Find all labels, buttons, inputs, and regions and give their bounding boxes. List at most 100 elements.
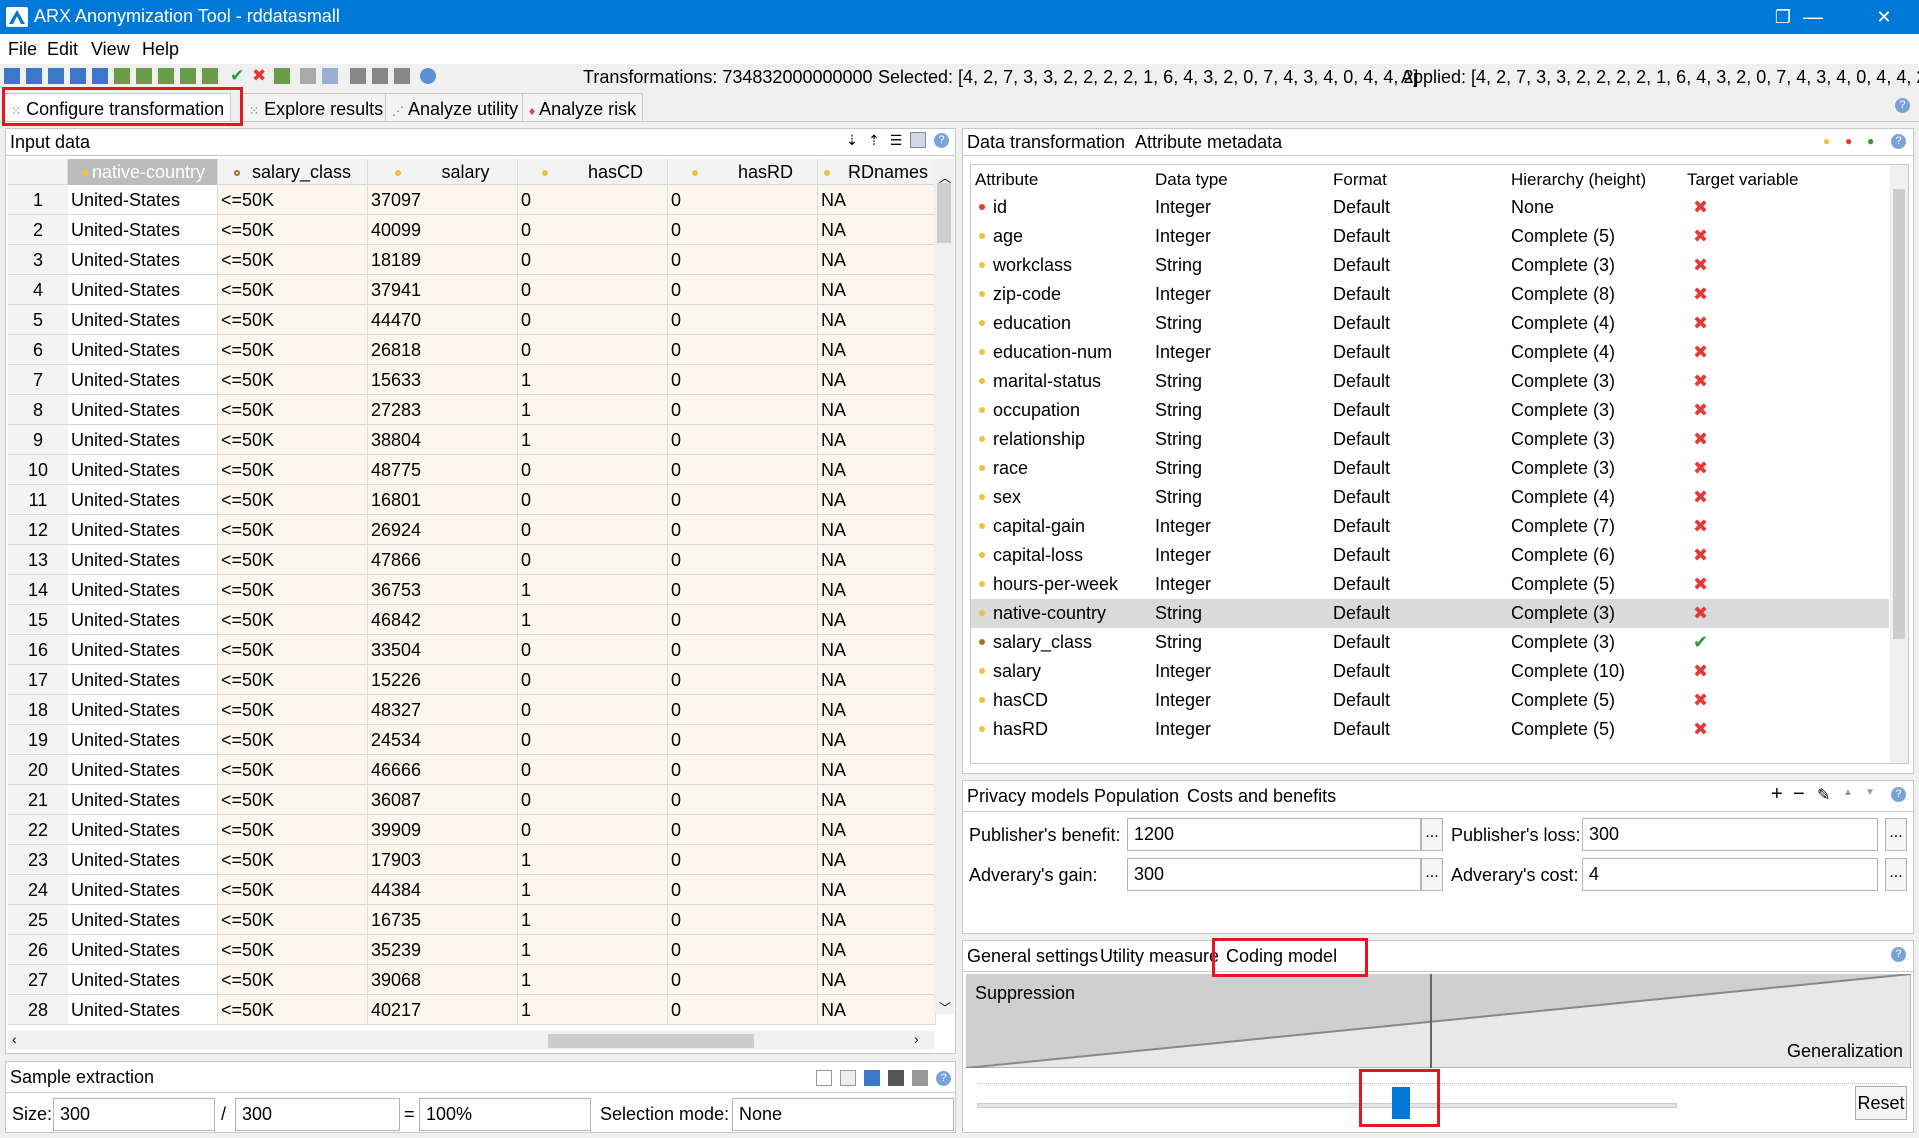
table-cell[interactable]: 46666 xyxy=(368,755,518,785)
table-cell[interactable]: <=50K xyxy=(218,605,368,635)
adversary-gain-field[interactable]: 300 xyxy=(1127,858,1421,891)
table-cell[interactable]: NA xyxy=(818,215,936,245)
edit-pencil-icon[interactable]: ✎ xyxy=(1817,785,1830,805)
table-row[interactable]: 10 United-States <=50K 48775 0 0 NA xyxy=(8,455,936,485)
tab-attribute-metadata[interactable]: Attribute metadata xyxy=(1135,132,1282,153)
document-icon[interactable] xyxy=(816,1070,832,1086)
table-cell[interactable]: 0 xyxy=(668,605,818,635)
scroll-left-icon[interactable]: ‹ xyxy=(12,1031,17,1047)
column-header-format[interactable]: Format xyxy=(1333,165,1387,194)
table-cell[interactable]: 0 xyxy=(668,845,818,875)
coding-model-slider-thumb[interactable] xyxy=(1392,1087,1410,1119)
table-cell[interactable]: 1 xyxy=(518,425,668,455)
table-cell[interactable]: United-States xyxy=(68,185,218,215)
column-header-data-type[interactable]: Data type xyxy=(1155,165,1228,194)
table-cell[interactable]: NA xyxy=(818,425,936,455)
table-cell[interactable]: NA xyxy=(818,665,936,695)
table-cell[interactable]: NA xyxy=(818,995,936,1025)
vertical-scroll-thumb[interactable] xyxy=(937,183,951,243)
save-as-icon[interactable] xyxy=(70,68,86,84)
table-cell[interactable]: United-States xyxy=(68,515,218,545)
tab-population[interactable]: Population xyxy=(1094,786,1179,807)
table-cell[interactable]: 0 xyxy=(668,215,818,245)
table-cell[interactable]: 0 xyxy=(668,755,818,785)
attribute-scroll-thumb[interactable] xyxy=(1893,189,1905,639)
table-cell[interactable]: 16801 xyxy=(368,485,518,515)
anonymize-check-icon[interactable]: ✔ xyxy=(230,67,246,84)
table-cell[interactable]: 0 xyxy=(668,335,818,365)
table-cell[interactable]: NA xyxy=(818,515,936,545)
table-cell[interactable]: NA xyxy=(818,755,936,785)
table-cell[interactable]: 0 xyxy=(668,695,818,725)
table-cell[interactable]: 0 xyxy=(668,635,818,665)
table-row[interactable]: 9 United-States <=50K 38804 1 0 NA xyxy=(8,425,936,455)
sort-descending-icon[interactable]: ⇣ xyxy=(844,132,860,148)
table-cell[interactable]: 0 xyxy=(518,785,668,815)
table-cell[interactable]: 15633 xyxy=(368,365,518,395)
table-cell[interactable]: 1 xyxy=(518,995,668,1025)
move-down-icon[interactable]: ▼ xyxy=(1865,787,1875,798)
close-button[interactable]: ✕ xyxy=(1855,0,1913,34)
table-cell[interactable]: NA xyxy=(818,305,936,335)
table-cell[interactable]: 44384 xyxy=(368,875,518,905)
sort-ascending-icon[interactable]: ⇡ xyxy=(866,132,882,148)
grid-icon[interactable] xyxy=(394,68,410,84)
table-cell[interactable]: United-States xyxy=(68,605,218,635)
attribute-row[interactable]: sex String Default Complete (4) ✖ xyxy=(971,483,1889,512)
move-icon[interactable] xyxy=(350,68,366,84)
table-cell[interactable]: 1 xyxy=(518,365,668,395)
help-icon[interactable]: ? xyxy=(934,133,949,148)
quasi-identifier-dot-icon[interactable]: ● xyxy=(1823,134,1830,148)
table-cell[interactable]: 0 xyxy=(518,275,668,305)
table-cell[interactable]: <=50K xyxy=(218,815,368,845)
table-cell[interactable]: 15226 xyxy=(368,665,518,695)
table-cell[interactable]: United-States xyxy=(68,485,218,515)
scroll-down-icon[interactable]: ﹀ xyxy=(939,999,951,1016)
menu-edit[interactable]: Edit xyxy=(47,39,78,60)
table-row[interactable]: 27 United-States <=50K 39068 1 0 NA xyxy=(8,965,936,995)
scroll-up-icon[interactable]: ︿ xyxy=(939,169,951,186)
help-icon[interactable]: ? xyxy=(1891,134,1906,149)
table-cell[interactable]: 1 xyxy=(518,605,668,635)
tab-utility-measure[interactable]: Utility measure xyxy=(1100,946,1218,967)
sample-size-field[interactable]: 300 xyxy=(53,1098,215,1131)
table-cell[interactable]: NA xyxy=(818,365,936,395)
column-header-target-variable[interactable]: Target variable xyxy=(1687,165,1799,194)
table-row[interactable]: 28 United-States <=50K 40217 1 0 NA xyxy=(8,995,936,1025)
column-header-hascd[interactable]: hasCD xyxy=(518,159,668,185)
table-cell[interactable]: United-States xyxy=(68,305,218,335)
table-cell[interactable]: <=50K xyxy=(218,785,368,815)
attribute-row[interactable]: education-num Integer Default Complete (4) ✖ xyxy=(971,338,1889,367)
table-cell[interactable]: NA xyxy=(818,485,936,515)
publishers-loss-more-button[interactable]: ... xyxy=(1885,818,1907,851)
attribute-row[interactable]: marital-status String Default Complete (3) ✖ xyxy=(971,367,1889,396)
table-cell[interactable]: 0 xyxy=(518,635,668,665)
help-icon[interactable]: ? xyxy=(936,1071,951,1086)
export-hierarchy-icon[interactable] xyxy=(158,68,174,84)
table-cell[interactable]: 1 xyxy=(518,935,668,965)
table-cell[interactable]: 18189 xyxy=(368,245,518,275)
table-cell[interactable]: <=50K xyxy=(218,635,368,665)
adversary-cost-field[interactable]: 4 xyxy=(1582,858,1878,891)
table-cell[interactable]: 40099 xyxy=(368,215,518,245)
table-cell[interactable]: 0 xyxy=(668,455,818,485)
column-header-hasrd[interactable]: hasRD xyxy=(668,159,818,185)
table-cell[interactable]: NA xyxy=(818,695,936,725)
tab-analyze-risk[interactable]: ♦ Analyze risk xyxy=(522,93,644,121)
table-row[interactable]: 14 United-States <=50K 36753 1 0 NA xyxy=(8,575,936,605)
table-cell[interactable]: NA xyxy=(818,575,936,605)
table-row[interactable]: 6 United-States <=50K 26818 0 0 NA xyxy=(8,335,936,365)
table-cell[interactable]: 0 xyxy=(518,245,668,275)
table-cell[interactable]: 26818 xyxy=(368,335,518,365)
table-cell[interactable]: 0 xyxy=(668,275,818,305)
table-row[interactable]: 22 United-States <=50K 39909 0 0 NA xyxy=(8,815,936,845)
table-cell[interactable]: 0 xyxy=(668,395,818,425)
tab-analyze-utility[interactable]: ⋰ Analyze utility xyxy=(385,93,526,121)
table-cell[interactable]: <=50K xyxy=(218,395,368,425)
table-cell[interactable]: 48775 xyxy=(368,455,518,485)
import-data-icon[interactable] xyxy=(114,68,130,84)
column-header-rdnames[interactable]: RDnames xyxy=(818,159,938,185)
table-cell[interactable]: 0 xyxy=(668,425,818,455)
table-cell[interactable]: <=50K xyxy=(218,545,368,575)
table-cell[interactable]: NA xyxy=(818,635,936,665)
